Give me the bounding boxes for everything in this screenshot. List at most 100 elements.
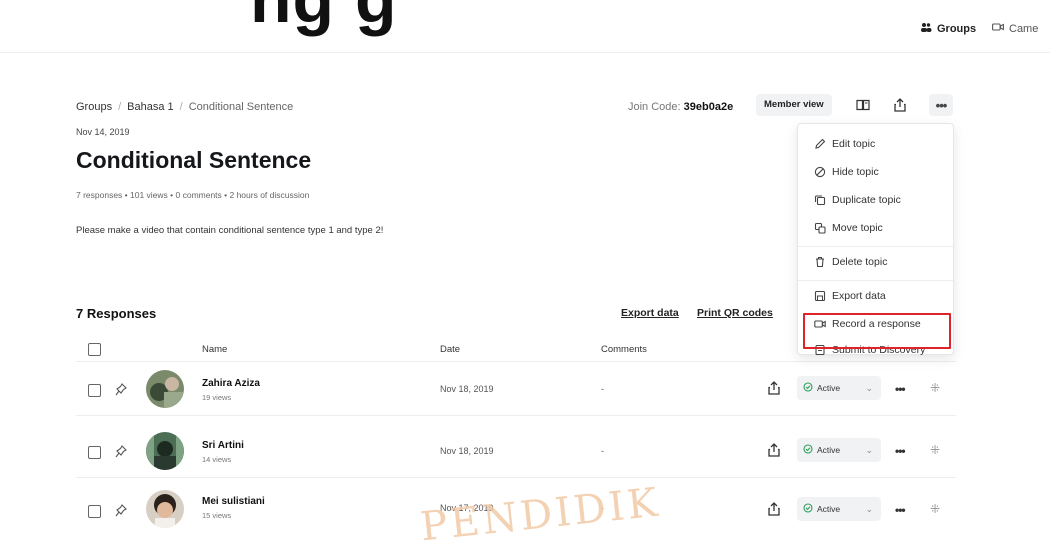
pin-icon[interactable] xyxy=(115,504,127,523)
breadcrumb-groups[interactable]: Groups xyxy=(76,101,112,113)
export-data-link[interactable]: Export data xyxy=(621,307,679,319)
comment-count: - xyxy=(601,446,604,456)
topic-prompt: Please make a video that contain conditi… xyxy=(76,225,384,236)
join-code-value: 39eb0a2e xyxy=(683,101,734,113)
trash-icon xyxy=(814,256,826,268)
menu-item-label: Delete topic xyxy=(832,256,888,268)
row-more-button[interactable]: ••• xyxy=(895,382,906,396)
hide-icon xyxy=(814,166,826,178)
nav-groups[interactable]: Groups xyxy=(920,22,976,35)
move-icon xyxy=(814,222,826,234)
avatar xyxy=(146,370,184,408)
row-checkbox[interactable] xyxy=(88,505,101,518)
breadcrumb: Groups / Bahasa 1 / Conditional Sentence xyxy=(76,101,293,113)
avatar xyxy=(146,432,184,470)
nav-camera[interactable]: Came xyxy=(992,22,1038,35)
duplicate-icon xyxy=(814,194,826,206)
row-checkbox[interactable] xyxy=(88,446,101,459)
camera-icon xyxy=(992,22,1004,35)
menu-item-delete-topic[interactable]: Delete topic xyxy=(814,256,887,268)
view-count: 19 views xyxy=(202,393,232,402)
menu-item-label: Duplicate topic xyxy=(832,194,901,206)
response-date: Nov 17, 2019 xyxy=(440,503,494,513)
drag-handle-icon[interactable]: ⁜ xyxy=(930,443,940,457)
breadcrumb-current: Conditional Sentence xyxy=(188,101,294,113)
groups-icon xyxy=(920,22,932,35)
highlight-outline xyxy=(803,313,951,349)
row-checkbox[interactable] xyxy=(88,384,101,397)
cropped-page-heading: ng g xyxy=(250,0,398,38)
respondent-name[interactable]: Mei sulistiani xyxy=(202,496,265,507)
share-icon[interactable] xyxy=(768,502,780,521)
respondent-name[interactable]: Sri Artini xyxy=(202,440,244,451)
watermark: PENDIDIK xyxy=(418,479,663,550)
menu-item-label: Edit topic xyxy=(832,138,876,150)
print-qr-codes-link[interactable]: Print QR codes xyxy=(697,307,773,319)
topic-stats: 7 responses • 101 views • 0 comments • 2… xyxy=(76,190,310,200)
status-label: Active xyxy=(817,383,841,393)
topic-date: Nov 14, 2019 xyxy=(76,127,130,137)
divider xyxy=(798,280,953,281)
member-view-button[interactable]: Member view xyxy=(756,94,832,116)
divider xyxy=(0,52,1050,53)
share-icon[interactable] xyxy=(768,381,780,400)
book-icon[interactable] xyxy=(851,94,875,116)
menu-item-hide-topic[interactable]: Hide topic xyxy=(814,166,879,178)
comment-count: - xyxy=(601,503,604,513)
check-circle-icon xyxy=(803,382,813,394)
breadcrumb-separator: / xyxy=(179,101,183,113)
divider xyxy=(76,477,956,478)
pin-icon[interactable] xyxy=(115,383,127,402)
check-circle-icon xyxy=(803,503,813,515)
share-icon[interactable] xyxy=(768,443,780,462)
join-code: Join Code: 39eb0a2e xyxy=(628,101,733,113)
drag-handle-icon[interactable]: ⁜ xyxy=(930,502,940,516)
menu-item-move-topic[interactable]: Move topic xyxy=(814,222,883,234)
menu-item-edit-topic[interactable]: Edit topic xyxy=(814,138,875,150)
divider xyxy=(76,415,956,416)
row-more-button[interactable]: ••• xyxy=(895,503,906,517)
breadcrumb-separator: / xyxy=(118,101,122,113)
responses-heading: 7 Responses xyxy=(76,306,157,321)
comment-count: - xyxy=(601,384,604,394)
menu-item-export-data[interactable]: Export data xyxy=(814,290,886,302)
view-count: 14 views xyxy=(202,455,232,464)
respondent-name[interactable]: Zahira Aziza xyxy=(202,378,260,389)
check-circle-icon xyxy=(803,444,813,456)
nav-camera-label: Came xyxy=(1009,22,1039,35)
column-comments[interactable]: Comments xyxy=(601,344,647,355)
status-dropdown[interactable]: Active ⌄ xyxy=(797,438,881,462)
more-options-button[interactable]: ••• xyxy=(929,94,953,116)
chevron-down-icon: ⌄ xyxy=(865,444,873,455)
pencil-icon xyxy=(814,138,826,150)
breadcrumb-bahasa[interactable]: Bahasa 1 xyxy=(127,101,173,113)
top-bar xyxy=(0,0,1050,52)
chevron-down-icon: ⌄ xyxy=(865,503,873,514)
select-all-checkbox[interactable] xyxy=(88,343,101,356)
menu-item-label: Hide topic xyxy=(832,166,879,178)
row-more-button[interactable]: ••• xyxy=(895,444,906,458)
menu-item-label: Move topic xyxy=(832,222,883,234)
response-date: Nov 18, 2019 xyxy=(440,384,494,394)
column-date[interactable]: Date xyxy=(440,344,460,355)
divider xyxy=(798,246,953,247)
status-label: Active xyxy=(817,445,841,455)
avatar xyxy=(146,490,184,528)
response-date: Nov 18, 2019 xyxy=(440,446,494,456)
menu-item-label: Export data xyxy=(832,290,886,302)
menu-item-duplicate-topic[interactable]: Duplicate topic xyxy=(814,194,901,206)
status-label: Active xyxy=(817,504,841,514)
divider xyxy=(76,361,956,362)
pin-icon[interactable] xyxy=(115,445,127,464)
view-count: 15 views xyxy=(202,511,232,520)
join-code-label: Join Code: xyxy=(628,101,681,113)
share-icon[interactable] xyxy=(888,94,912,116)
nav-groups-label: Groups xyxy=(937,22,977,35)
status-dropdown[interactable]: Active ⌄ xyxy=(797,497,881,521)
page-title: Conditional Sentence xyxy=(76,147,312,173)
status-dropdown[interactable]: Active ⌄ xyxy=(797,376,881,400)
column-name[interactable]: Name xyxy=(202,344,227,355)
export-icon xyxy=(814,290,826,302)
chevron-down-icon: ⌄ xyxy=(865,382,873,393)
drag-handle-icon[interactable]: ⁜ xyxy=(930,381,940,395)
